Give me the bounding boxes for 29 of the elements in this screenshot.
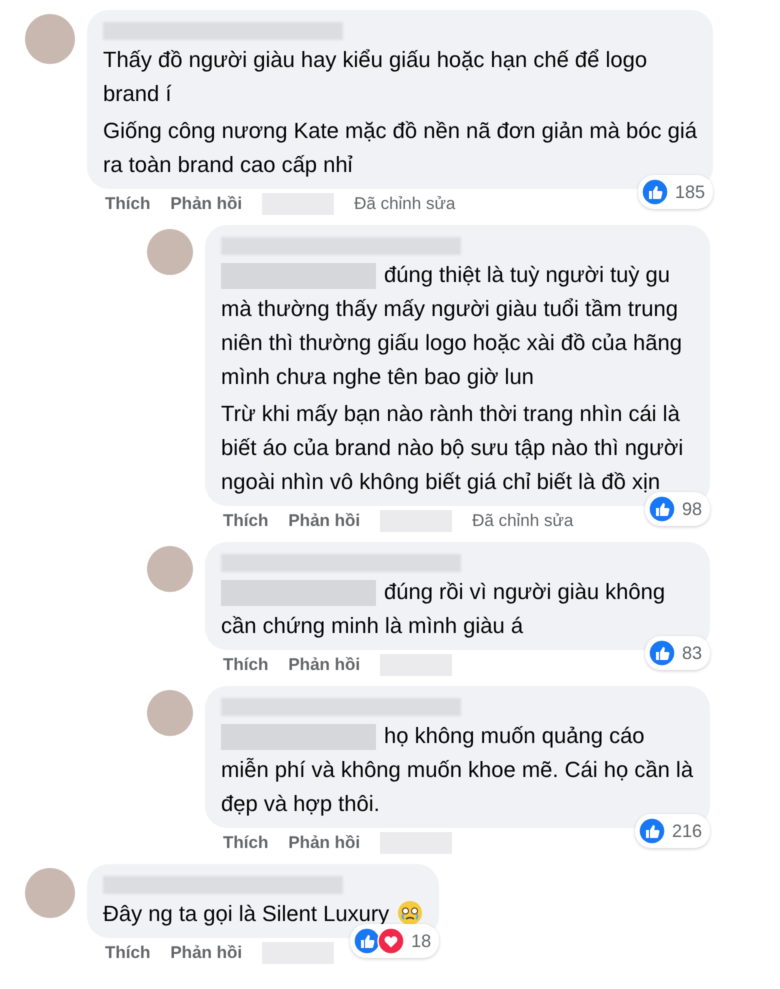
- reaction-pill[interactable]: 18: [350, 924, 440, 958]
- like-link[interactable]: Thích: [223, 654, 268, 676]
- reply-link[interactable]: Phản hồi: [170, 942, 242, 964]
- reaction-pill[interactable]: 83: [644, 636, 710, 670]
- avatar-placeholder[interactable]: [147, 229, 193, 275]
- comment-text: đúng thiệt là tuỳ người tuỳ gu mà thường thấy mấy người giàu tuổi tầm trung niên thì thường giấu logo hoặc xài đồ của hãng mình chưa nghe tên bao giờ lun: [221, 261, 683, 391]
- like-link[interactable]: Thích: [223, 510, 268, 532]
- reaction-count: 98: [682, 498, 702, 520]
- reaction-count: 185: [674, 182, 705, 202]
- edited-label: Đã chỉnh sửa: [472, 511, 574, 531]
- reply-link[interactable]: Phản hồi: [288, 510, 360, 532]
- avatar-placeholder[interactable]: [147, 546, 193, 592]
- avatar-placeholder[interactable]: [147, 690, 193, 736]
- like-link[interactable]: Thích: [223, 832, 268, 854]
- reply-link[interactable]: Phản hồi: [170, 193, 242, 215]
- avatar-placeholder[interactable]: [25, 868, 75, 918]
- reaction-count: 216: [672, 820, 702, 842]
- reply-link[interactable]: Phản hồi: [288, 654, 360, 676]
- like-link[interactable]: Thích: [105, 942, 150, 964]
- reaction-count: 83: [682, 642, 702, 664]
- reaction-count: 18: [411, 930, 432, 952]
- reply-link[interactable]: Phản hồi: [288, 832, 360, 854]
- comment-text: Thấy đồ người giàu hay kiểu giấu hoặc hạn chế để logo brand í: [103, 46, 648, 108]
- like-link[interactable]: Thích: [105, 193, 150, 215]
- edited-label: Đã chỉnh sửa: [354, 194, 456, 214]
- reaction-pill[interactable]: 185: [638, 175, 713, 209]
- reaction-pill[interactable]: 98: [644, 492, 710, 526]
- reaction-pill[interactable]: 216: [634, 814, 710, 848]
- avatar-placeholder[interactable]: [25, 14, 75, 64]
